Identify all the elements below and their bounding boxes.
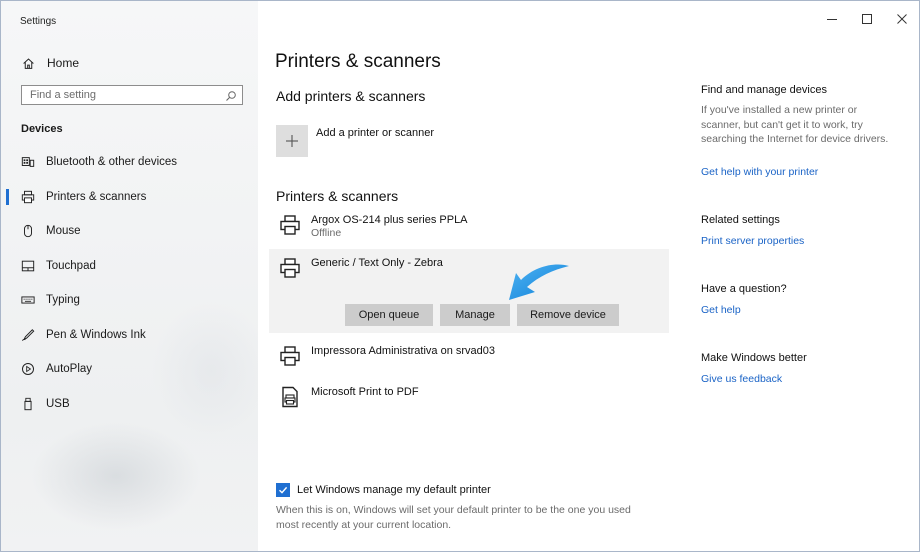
usb-icon (20, 396, 36, 412)
give-feedback-link[interactable]: Give us feedback (701, 373, 782, 385)
search-box (21, 85, 243, 105)
bluetooth-devices-icon (20, 154, 36, 170)
related-settings-title: Related settings (701, 214, 780, 226)
maximize-icon (861, 14, 872, 24)
sidebar-item-pen[interactable]: Pen & Windows Ink (1, 318, 258, 353)
main-content: Printers & scanners Add printers & scann… (258, 1, 678, 551)
find-devices-title: Find and manage devices (701, 84, 827, 96)
sidebar-item-label: Typing (46, 294, 80, 307)
search-input[interactable] (22, 87, 220, 103)
app-title: Settings (20, 16, 57, 27)
close-icon (896, 14, 907, 24)
sidebar-item-label: Mouse (46, 225, 81, 238)
maximize-button[interactable] (849, 1, 884, 37)
minimize-button[interactable] (814, 1, 849, 37)
sidebar-item-label: Pen & Windows Ink (46, 328, 146, 341)
pdf-printer-icon (277, 384, 303, 410)
printer-status: Offline (311, 227, 342, 239)
plus-icon (276, 125, 308, 157)
printer-item[interactable]: Argox OS-214 plus series PPLA Offline (269, 212, 669, 239)
question-title: Have a question? (701, 283, 787, 295)
window-controls (814, 1, 919, 37)
touchpad-icon (20, 258, 36, 274)
printer-icon (277, 255, 303, 281)
default-printer-label: Let Windows manage my default printer (297, 484, 491, 496)
sidebar-item-label: Printers & scanners (46, 190, 147, 203)
sidebar-item-label: USB (46, 397, 70, 410)
printer-actions: Open queue Manage Remove device (345, 304, 619, 326)
settings-window: Settings Home Devices Bluetooth & other … (0, 0, 920, 552)
find-devices-text: If you've installed a new printer or sca… (701, 104, 889, 145)
printer-name: Generic / Text Only - Zebra (311, 257, 443, 269)
search-icon[interactable] (225, 89, 237, 101)
default-printer-description: When this is on, Windows will set your d… (276, 504, 631, 531)
manage-button[interactable]: Manage (440, 304, 510, 326)
sidebar-item-mouse[interactable]: Mouse (1, 214, 258, 249)
remove-device-button[interactable]: Remove device (517, 304, 619, 326)
keyboard-icon (20, 292, 36, 308)
sidebar-section-title: Devices (21, 123, 63, 135)
printer-name: Microsoft Print to PDF (311, 386, 419, 398)
pointer-arrow-icon (509, 264, 569, 300)
sidebar-item-printers[interactable]: Printers & scanners (1, 180, 258, 215)
feedback-title: Make Windows better (701, 352, 807, 364)
sidebar-item-label: AutoPlay (46, 363, 93, 376)
print-server-properties-link[interactable]: Print server properties (701, 235, 804, 247)
mouse-icon (20, 223, 36, 239)
nav-home-label: Home (47, 56, 80, 70)
related-panel: Find and manage devices If you've instal… (701, 1, 911, 551)
printer-icon (20, 189, 36, 205)
close-button[interactable] (884, 1, 919, 37)
open-queue-button[interactable]: Open queue (345, 304, 433, 326)
printer-item[interactable]: Microsoft Print to PDF (269, 384, 669, 410)
nav-home[interactable]: Home (20, 53, 240, 73)
printer-help-link[interactable]: Get help with your printer (701, 166, 818, 178)
add-printer-label: Add a printer or scanner (316, 127, 435, 139)
sidebar-item-typing[interactable]: Typing (1, 283, 258, 318)
printers-list-title: Printers & scanners (276, 188, 399, 204)
sidebar-item-usb[interactable]: USB (1, 387, 258, 422)
add-section-title: Add printers & scanners (276, 88, 426, 104)
printer-item[interactable]: Impressora Administrativa on srvad03 (269, 343, 669, 369)
page-title: Printers & scanners (275, 51, 441, 72)
checkbox-checked[interactable] (276, 483, 290, 497)
sidebar-item-autoplay[interactable]: AutoPlay (1, 352, 258, 387)
sidebar-item-label: Bluetooth & other devices (46, 156, 178, 169)
printer-name: Impressora Administrativa on srvad03 (311, 345, 496, 357)
default-printer-toggle[interactable]: Let Windows manage my default printer (276, 483, 491, 497)
sidebar-nav: Bluetooth & other devices Printers & sca… (1, 145, 258, 421)
get-help-link[interactable]: Get help (701, 304, 741, 316)
minimize-icon (826, 19, 837, 20)
printer-icon (277, 343, 303, 369)
sidebar: Settings Home Devices Bluetooth & other … (1, 1, 258, 551)
sidebar-item-label: Touchpad (46, 259, 96, 272)
sidebar-item-touchpad[interactable]: Touchpad (1, 249, 258, 284)
home-icon (20, 55, 36, 71)
add-printer-button[interactable]: Add a printer or scanner (276, 125, 435, 157)
checkmark-icon (279, 486, 288, 494)
printer-icon (277, 212, 303, 238)
pen-icon (20, 327, 36, 343)
sidebar-item-bluetooth[interactable]: Bluetooth & other devices (1, 145, 258, 180)
autoplay-icon (20, 361, 36, 377)
printer-name: Argox OS-214 plus series PPLA (311, 214, 468, 226)
